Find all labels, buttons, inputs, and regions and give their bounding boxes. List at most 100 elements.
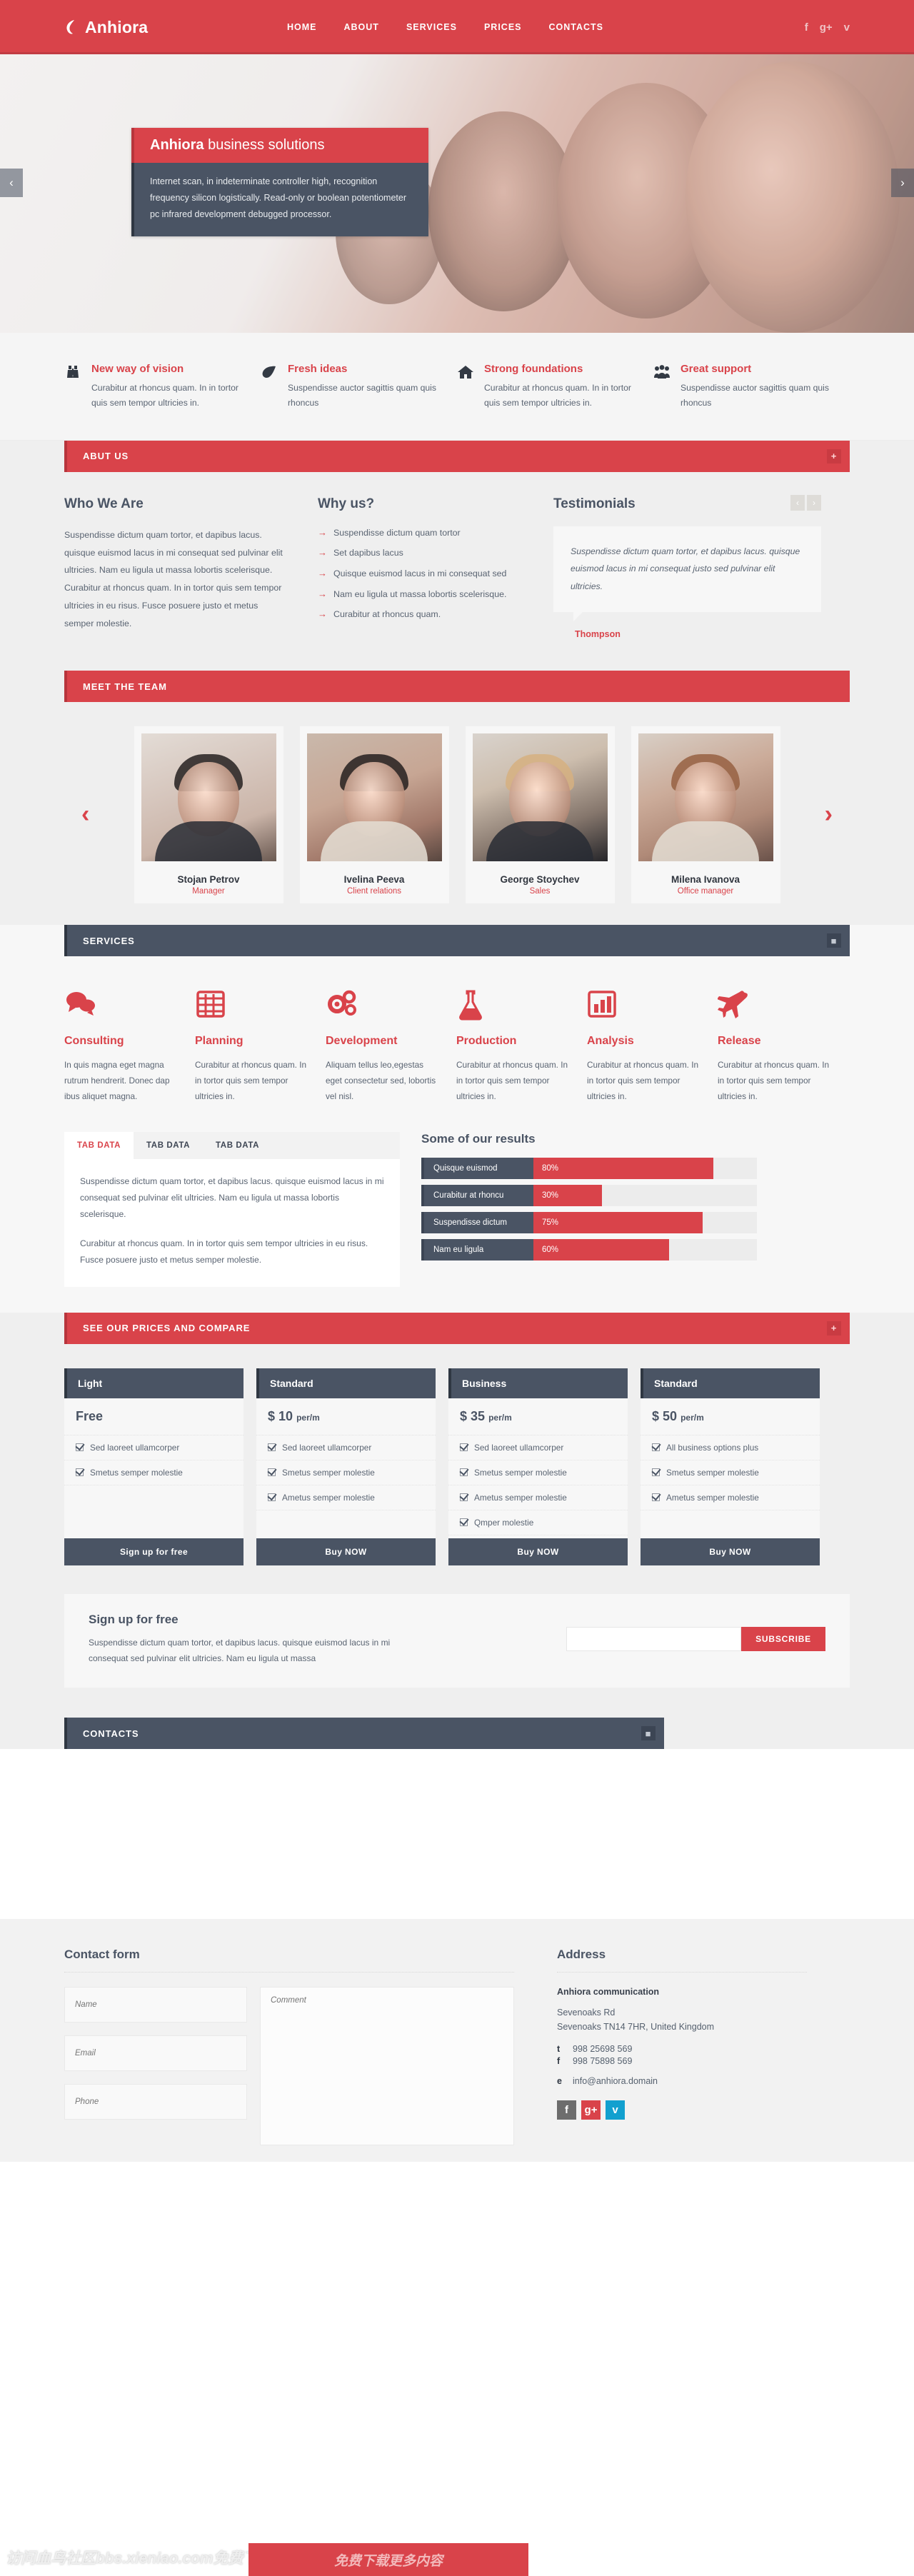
site-footer: Contact form Address Anhiora communicati… xyxy=(0,1919,914,2162)
nav-item-about[interactable]: ABOUT xyxy=(343,19,381,35)
tabs-header: TAB DATA TAB DATA TAB DATA xyxy=(64,1131,400,1159)
brand-logo[interactable]: Anhiora xyxy=(64,18,250,37)
team-member-card[interactable]: Stojan Petrov Manager xyxy=(134,726,283,904)
feature-title: New way of vision xyxy=(91,363,184,375)
who-we-are-heading: Who We Are xyxy=(64,496,144,511)
feature-title: Strong foundations xyxy=(484,363,583,375)
subscribe-form: SUBSCRIBE xyxy=(566,1627,825,1652)
fax-value: 998 75898 569 xyxy=(573,2055,633,2066)
facebook-icon[interactable]: f xyxy=(557,2100,576,2120)
phone-field[interactable] xyxy=(64,2084,247,2120)
calendar-grid-icon xyxy=(195,989,311,1022)
hero-next-button[interactable]: › xyxy=(891,169,914,197)
list-item: Ametus semper molestie xyxy=(448,1485,628,1510)
tab-data-2[interactable]: TAB DATA xyxy=(134,1132,203,1159)
plan-feature-text: Smetus semper molestie xyxy=(90,1467,183,1478)
who-we-are-column: Who We Are Suspendisse dictum quam torto… xyxy=(64,496,318,640)
contacts-section-bar: CONTACTS ■ xyxy=(64,1718,664,1750)
site-header: Anhiora HOME ABOUT SERVICES PRICES CONTA… xyxy=(0,0,914,54)
service-title: Development xyxy=(326,1035,398,1048)
service-title: Production xyxy=(456,1035,517,1048)
plan-cta-button[interactable]: Buy NOW xyxy=(641,1538,820,1565)
google-plus-icon[interactable]: g+ xyxy=(820,22,833,33)
about-section-title: ABUT US xyxy=(83,451,129,462)
plan-price-period: per/m xyxy=(681,1412,704,1423)
plan-cta-button[interactable]: Buy NOW xyxy=(448,1538,628,1565)
pricing-toggle-button[interactable]: + xyxy=(827,1320,841,1335)
twitter-icon[interactable]: ᴠ xyxy=(844,22,850,33)
features-section: New way of vision Curabitur at rhoncus q… xyxy=(0,333,914,441)
subscribe-email-input[interactable] xyxy=(566,1627,742,1652)
nav-item-home[interactable]: HOME xyxy=(286,19,318,35)
list-item: Smetus semper molestie xyxy=(256,1460,436,1485)
plan-cta-button[interactable]: Buy NOW xyxy=(256,1538,436,1565)
pricing-section-bar: SEE OUR PRICES AND COMPARE + xyxy=(64,1312,850,1344)
team-prev-button[interactable]: ‹ xyxy=(81,802,89,826)
check-icon xyxy=(652,1443,660,1452)
check-icon xyxy=(652,1468,660,1477)
nav-item-contacts[interactable]: CONTACTS xyxy=(548,19,606,35)
plan-feature-text: Sed laoreet ullamcorper xyxy=(474,1442,564,1453)
results-title: Some of our results xyxy=(421,1131,536,1146)
plan-feature-list: Sed laoreet ullamcorper Smetus semper mo… xyxy=(448,1435,628,1538)
hero-prev-button[interactable]: ‹ xyxy=(0,169,23,197)
address-heading: Address xyxy=(557,1948,606,1962)
tab-data-3[interactable]: TAB DATA xyxy=(203,1132,272,1159)
plan-price-period: per/m xyxy=(296,1412,320,1423)
twitter-icon[interactable]: ᴠ xyxy=(606,2100,625,2120)
avatar xyxy=(638,733,773,862)
team-member-card[interactable]: Ivelina Peeva Client relations xyxy=(299,726,449,904)
services-toggle-button[interactable]: ■ xyxy=(827,933,841,948)
binoculars-icon xyxy=(64,363,83,411)
google-plus-icon[interactable]: g+ xyxy=(581,2100,601,2120)
team-member-name: George Stoychev xyxy=(500,874,580,886)
contacts-toggle-button[interactable]: ■ xyxy=(641,1726,656,1741)
email-value[interactable]: info@anhiora.domain xyxy=(573,2076,658,2086)
nav-item-prices[interactable]: PRICES xyxy=(483,19,523,35)
leaf-icon xyxy=(64,19,79,36)
map-area[interactable] xyxy=(0,1749,914,1920)
services-section-bar: SERVICES ■ xyxy=(64,925,850,957)
nav-item-services[interactable]: SERVICES xyxy=(405,19,458,35)
comment-field[interactable] xyxy=(260,1987,514,2146)
plan-price: $ 35 per/m xyxy=(448,1398,628,1435)
tab-data-1[interactable]: TAB DATA xyxy=(64,1131,134,1159)
service-text: In quis magna eget magna rutrum hendreri… xyxy=(64,1060,170,1102)
testimonial-next-button[interactable]: › xyxy=(807,494,821,511)
service-text: Curabitur at rhoncus quam. In in tortor … xyxy=(587,1060,699,1102)
email-field[interactable] xyxy=(64,2035,247,2072)
tabs-panel: TAB DATA TAB DATA TAB DATA Suspendisse d… xyxy=(64,1131,400,1287)
team-member-card[interactable]: Milena Ivanova Office manager xyxy=(631,726,780,904)
subscribe-button[interactable]: SUBSCRIBE xyxy=(741,1627,825,1652)
service-title: Release xyxy=(718,1035,761,1048)
facebook-icon[interactable]: f xyxy=(805,22,808,33)
fax-row: f 998 75898 569 xyxy=(557,2056,807,2066)
plan-name: Standard xyxy=(641,1368,820,1398)
why-us-heading: Why us? xyxy=(318,496,375,511)
chart-bar-label: Nam eu ligula xyxy=(424,1238,533,1261)
service-title: Planning xyxy=(195,1035,243,1048)
email-key: e xyxy=(557,2075,562,2086)
testimonial-prev-button[interactable]: ‹ xyxy=(790,494,805,511)
telephone-row: t 998 25698 569 xyxy=(557,2044,807,2054)
pricing-plan-light: Light Free Sed laoreet ullamcorper Smetu… xyxy=(64,1368,243,1565)
hero-title-bold: Anhiora xyxy=(150,137,204,153)
check-icon xyxy=(652,1493,660,1502)
service-text: Curabitur at rhoncus quam. In in tortor … xyxy=(195,1060,307,1102)
team-member-card[interactable]: George Stoychev Sales xyxy=(465,726,615,904)
check-icon xyxy=(460,1518,468,1527)
hero-caption: Anhiora business solutions Internet scan… xyxy=(131,128,428,237)
team-next-button[interactable]: › xyxy=(825,802,833,826)
about-toggle-button[interactable]: + xyxy=(827,448,841,463)
feature-title: Fresh ideas xyxy=(288,363,348,375)
plan-cta-button[interactable]: Sign up for free xyxy=(64,1538,243,1565)
chart-bar-label: Suspendisse dictum xyxy=(424,1211,533,1233)
chart-bar-value: 80% xyxy=(533,1157,713,1179)
check-icon xyxy=(460,1468,468,1477)
about-section: ABUT US + Who We Are Suspendisse dictum … xyxy=(0,440,914,671)
plan-price-value: $ 10 xyxy=(268,1408,293,1423)
plan-price: Free xyxy=(64,1398,243,1435)
name-field[interactable] xyxy=(64,1987,247,2023)
address-city: Sevenoaks TN14 7HR, United Kingdom xyxy=(557,2021,715,2032)
check-icon xyxy=(268,1443,276,1452)
